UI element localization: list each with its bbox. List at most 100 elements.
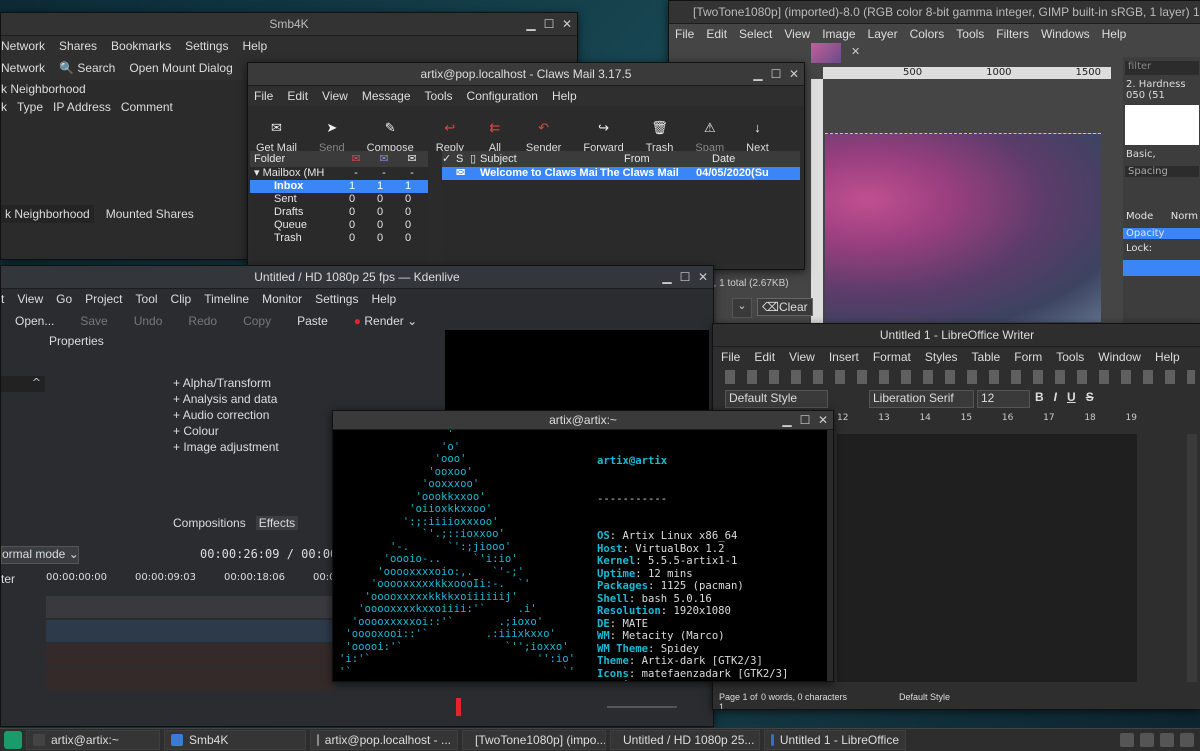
subject-column[interactable]: Subject bbox=[480, 151, 624, 167]
copy-button[interactable]: Copy bbox=[243, 314, 271, 328]
folder-row-drafts[interactable]: Drafts 0 0 0 bbox=[250, 206, 428, 219]
message-row[interactable]: ✉ Welcome to Claws Mai The Claws Mail 04… bbox=[442, 167, 800, 180]
paragraph-style-select[interactable]: Default Style bbox=[725, 390, 828, 408]
track-video-2[interactable] bbox=[46, 620, 336, 642]
opacity-slider[interactable]: Opacity bbox=[1123, 228, 1200, 239]
menu-bookmarks[interactable]: Bookmarks bbox=[111, 36, 171, 56]
canvas-image[interactable] bbox=[825, 133, 1101, 322]
taskbar-item[interactable]: Smb4K bbox=[164, 730, 306, 750]
gimp-menu-colors[interactable]: Colors bbox=[910, 24, 945, 44]
font-name-select[interactable]: Liberation Serif bbox=[869, 390, 974, 408]
render-button[interactable]: ● Render ⌄ bbox=[354, 314, 417, 328]
writer-menu-form[interactable]: Form bbox=[1014, 347, 1042, 367]
kden-menu-monitor[interactable]: Monitor bbox=[262, 289, 302, 309]
folder-column-header[interactable]: Folder bbox=[250, 151, 342, 167]
search-type-dropdown[interactable]: ⌄ bbox=[732, 298, 752, 318]
maximize-icon[interactable]: ☐ bbox=[799, 411, 811, 429]
taskbar-item[interactable]: artix@artix:~ bbox=[26, 730, 160, 750]
column-type[interactable]: Type bbox=[17, 100, 43, 114]
status-column[interactable]: S bbox=[456, 151, 470, 167]
effect-audio[interactable]: + Audio correction bbox=[173, 408, 279, 424]
unread-column-icon[interactable]: ✉ bbox=[342, 151, 370, 167]
column-comment[interactable]: Comment bbox=[121, 100, 173, 114]
close-image-icon[interactable]: ✕ bbox=[851, 45, 860, 58]
compose-button[interactable]: ✎ Compose bbox=[367, 106, 414, 154]
volume-icon[interactable] bbox=[1120, 733, 1134, 747]
spacing-field[interactable]: Spacing bbox=[1125, 166, 1199, 177]
writer-menu-window[interactable]: Window bbox=[1098, 347, 1141, 367]
kden-menu-view[interactable]: View bbox=[17, 289, 43, 309]
smb4k-titlebar[interactable]: Smb4K ▁ ☐ ✕ bbox=[1, 13, 577, 36]
gimp-menu-select[interactable]: Select bbox=[739, 24, 772, 44]
folder-row-sent[interactable]: Sent 0 0 0 bbox=[250, 193, 428, 206]
check-column[interactable]: ✓ bbox=[442, 151, 456, 167]
close-icon[interactable]: ✕ bbox=[788, 63, 800, 85]
clip-monitor[interactable] bbox=[445, 330, 709, 416]
kden-menu-help[interactable]: Help bbox=[371, 289, 396, 309]
minimize-icon[interactable]: ▁ bbox=[781, 411, 793, 429]
effect-image-adjustment[interactable]: + Image adjustment bbox=[173, 440, 279, 456]
scan-network-button[interactable]: Network bbox=[1, 61, 45, 75]
strikethrough-icon[interactable]: S bbox=[1086, 390, 1094, 404]
open-button[interactable]: Open... bbox=[15, 314, 54, 328]
writer-menu-styles[interactable]: Styles bbox=[925, 347, 958, 367]
menu-shares[interactable]: Shares bbox=[59, 36, 97, 56]
effect-alpha[interactable]: + Alpha/Transform bbox=[173, 376, 279, 392]
image-tab-thumbnail[interactable] bbox=[811, 43, 841, 63]
redo-button[interactable]: Redo bbox=[188, 314, 217, 328]
gimp-menu-filters[interactable]: Filters bbox=[996, 24, 1029, 44]
claws-menu-configuration[interactable]: Configuration bbox=[467, 86, 538, 106]
effect-colour[interactable]: + Colour bbox=[173, 424, 279, 440]
zoom-slider[interactable] bbox=[607, 706, 677, 708]
close-icon[interactable]: ✕ bbox=[561, 13, 573, 35]
date-column[interactable]: Date bbox=[712, 151, 796, 167]
writer-menu-edit[interactable]: Edit bbox=[754, 347, 775, 367]
italic-icon[interactable]: I bbox=[1054, 390, 1057, 404]
column-name[interactable]: k bbox=[1, 100, 7, 114]
reply-sender-button[interactable]: ↶ Sender bbox=[526, 106, 561, 154]
claws-menu-edit[interactable]: Edit bbox=[287, 86, 308, 106]
get-mail-button[interactable]: ✉ Get Mail bbox=[256, 106, 297, 154]
document-page[interactable] bbox=[837, 434, 1137, 682]
gimp-menu-tools[interactable]: Tools bbox=[956, 24, 984, 44]
folder-row-mailbox[interactable]: ▾ Mailbox (MH - - - bbox=[250, 167, 428, 180]
attach-column[interactable]: ▯ bbox=[470, 151, 480, 167]
close-icon[interactable]: ✕ bbox=[697, 266, 709, 288]
minimize-icon[interactable]: ▁ bbox=[752, 63, 764, 85]
terminal-titlebar[interactable]: artix@artix:~ ▁ ☐ ✕ bbox=[333, 411, 833, 430]
kdenlive-titlebar[interactable]: Untitled / HD 1080p 25 fps — Kdenlive ▁ ☐… bbox=[1, 266, 713, 289]
tab-mounted-shares[interactable]: Mounted Shares bbox=[102, 205, 198, 223]
claws-menu-view[interactable]: View bbox=[322, 86, 348, 106]
taskbar-item[interactable]: [TwoTone1080p] (impo... bbox=[462, 730, 606, 750]
mode-select[interactable]: Norm bbox=[1171, 211, 1198, 222]
kden-menu-timeline[interactable]: Timeline bbox=[204, 289, 249, 309]
standard-toolbar[interactable] bbox=[725, 370, 1195, 384]
from-column[interactable]: From bbox=[624, 151, 712, 167]
menu-help[interactable]: Help bbox=[242, 36, 267, 56]
brush-preview[interactable] bbox=[1125, 105, 1199, 145]
brush-filter-input[interactable]: filter bbox=[1125, 61, 1199, 75]
reply-all-button[interactable]: ⇇ All bbox=[486, 106, 504, 154]
claws-menu-message[interactable]: Message bbox=[362, 86, 411, 106]
tab-neighborhood[interactable]: k Neighborhood bbox=[1, 205, 94, 223]
font-size-select[interactable]: 12 bbox=[977, 390, 1030, 408]
notification-icon[interactable] bbox=[1160, 733, 1174, 747]
collapse-chevron-icon[interactable]: ^ bbox=[1, 376, 45, 392]
gimp-titlebar[interactable]: [TwoTone1080p] (imported)-8.0 (RGB color… bbox=[669, 1, 1200, 24]
close-icon[interactable]: ✕ bbox=[817, 411, 829, 429]
track-audio-2[interactable] bbox=[46, 668, 336, 690]
minimize-icon[interactable]: ▁ bbox=[661, 266, 673, 288]
layer-row[interactable] bbox=[1123, 260, 1200, 276]
clock-icon[interactable] bbox=[1180, 733, 1194, 747]
claws-menu-file[interactable]: File bbox=[254, 86, 273, 106]
writer-menu-file[interactable]: File bbox=[721, 347, 740, 367]
writer-titlebar[interactable]: Untitled 1 - LibreOffice Writer bbox=[713, 324, 1200, 347]
reply-button[interactable]: ↩ Reply bbox=[436, 106, 464, 154]
app-menu-icon[interactable] bbox=[4, 731, 22, 749]
writer-scrollbar[interactable] bbox=[1187, 434, 1197, 682]
claws-menu-tools[interactable]: Tools bbox=[425, 86, 453, 106]
bold-icon[interactable]: B bbox=[1035, 390, 1044, 404]
forward-button[interactable]: ↪ Forward bbox=[583, 106, 623, 154]
spam-button[interactable]: ⚠ Spam bbox=[695, 106, 724, 154]
kden-menu-clip[interactable]: Clip bbox=[171, 289, 192, 309]
